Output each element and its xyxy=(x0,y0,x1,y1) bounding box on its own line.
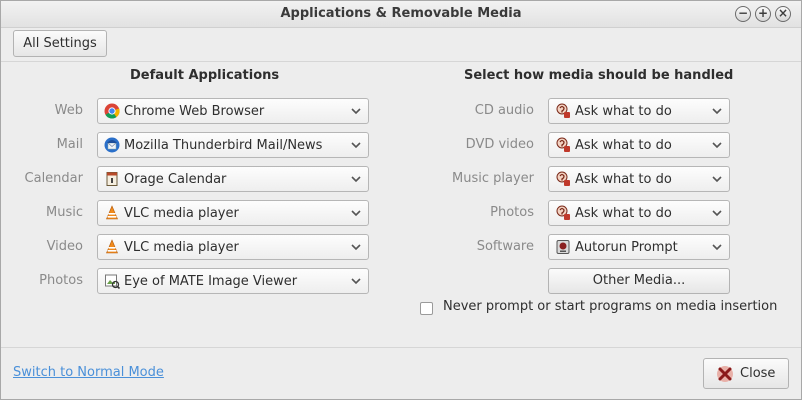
music-player-value: Ask what to do xyxy=(575,172,672,187)
software-combo[interactable]: Autorun Prompt xyxy=(548,234,730,260)
mail-label: Mail xyxy=(56,137,83,152)
vlc-icon xyxy=(106,205,118,220)
window-title: Applications & Removable Media xyxy=(280,6,522,21)
chevron-down-icon xyxy=(351,176,361,183)
music-player-label: Music player xyxy=(452,171,534,186)
close-button-label: Close xyxy=(740,366,776,381)
chevron-down-icon xyxy=(712,108,722,115)
ask-icon xyxy=(556,103,570,118)
title-bar[interactable]: Applications & Removable Media − + × xyxy=(1,1,801,28)
chevron-down-icon xyxy=(351,210,361,217)
video-app-value: VLC media player xyxy=(124,240,239,255)
software-label: Software xyxy=(476,239,534,254)
calendar-app-value: Orage Calendar xyxy=(124,172,227,187)
video-label: Video xyxy=(46,239,83,254)
music-player-combo[interactable]: Ask what to do xyxy=(548,166,730,192)
chevron-down-icon xyxy=(712,176,722,183)
dvd-video-value: Ask what to do xyxy=(575,138,672,153)
media-photos-label: Photos xyxy=(490,205,534,220)
chevron-down-icon xyxy=(712,210,722,217)
close-icon[interactable]: × xyxy=(775,6,791,22)
close-button[interactable]: Close xyxy=(703,358,789,389)
photos-label: Photos xyxy=(39,273,83,288)
calendar-app-combo[interactable]: Orage Calendar xyxy=(97,166,369,192)
web-app-combo[interactable]: Chrome Web Browser xyxy=(97,98,369,124)
chevron-down-icon xyxy=(351,142,361,149)
software-value: Autorun Prompt xyxy=(575,240,678,255)
close-icon xyxy=(717,366,733,382)
default-apps-heading: Default Applications xyxy=(130,68,280,83)
ask-icon xyxy=(556,171,570,186)
chevron-down-icon xyxy=(712,244,722,251)
chevron-down-icon xyxy=(351,108,361,115)
never-prompt-checkbox[interactable] xyxy=(420,302,433,315)
maximize-icon[interactable]: + xyxy=(755,6,771,22)
dvd-video-combo[interactable]: Ask what to do xyxy=(548,132,730,158)
media-photos-combo[interactable]: Ask what to do xyxy=(548,200,730,226)
music-app-value: VLC media player xyxy=(124,206,239,221)
photos-app-combo[interactable]: Eye of MATE Image Viewer xyxy=(97,268,369,294)
cd-audio-label: CD audio xyxy=(474,103,534,118)
media-photos-value: Ask what to do xyxy=(575,206,672,221)
calendar-label: Calendar xyxy=(24,171,83,186)
video-app-combo[interactable]: VLC media player xyxy=(97,234,369,260)
dvd-video-label: DVD video xyxy=(465,137,534,152)
chrome-icon xyxy=(104,103,120,119)
never-prompt-label[interactable]: Never prompt or start programs on media … xyxy=(443,299,777,314)
all-settings-button[interactable]: All Settings xyxy=(13,30,107,57)
image-viewer-icon xyxy=(105,274,120,289)
minimize-icon[interactable]: − xyxy=(735,6,751,22)
cd-audio-value: Ask what to do xyxy=(575,104,672,119)
music-label: Music xyxy=(46,205,83,220)
vlc-icon xyxy=(106,239,118,254)
web-app-value: Chrome Web Browser xyxy=(124,104,265,119)
ask-icon xyxy=(556,137,570,152)
web-label: Web xyxy=(54,103,83,118)
mail-app-value: Mozilla Thunderbird Mail/News xyxy=(124,138,323,153)
chevron-down-icon xyxy=(351,278,361,285)
other-media-button[interactable]: Other Media... xyxy=(548,268,730,294)
footer-divider xyxy=(1,347,801,348)
ask-icon xyxy=(556,205,570,220)
calendar-icon xyxy=(106,172,118,186)
photos-app-value: Eye of MATE Image Viewer xyxy=(124,274,298,289)
chevron-down-icon xyxy=(351,244,361,251)
mail-app-combo[interactable]: Mozilla Thunderbird Mail/News xyxy=(97,132,369,158)
thunderbird-icon xyxy=(104,137,120,153)
app-window: Applications & Removable Media − + × All… xyxy=(0,0,802,400)
cd-audio-combo[interactable]: Ask what to do xyxy=(548,98,730,124)
chevron-down-icon xyxy=(712,142,722,149)
switch-to-normal-mode-link[interactable]: Switch to Normal Mode xyxy=(13,365,164,380)
music-app-combo[interactable]: VLC media player xyxy=(97,200,369,226)
autorun-icon xyxy=(556,240,570,254)
media-heading: Select how media should be handled xyxy=(464,68,734,83)
toolbar: All Settings xyxy=(1,28,801,62)
